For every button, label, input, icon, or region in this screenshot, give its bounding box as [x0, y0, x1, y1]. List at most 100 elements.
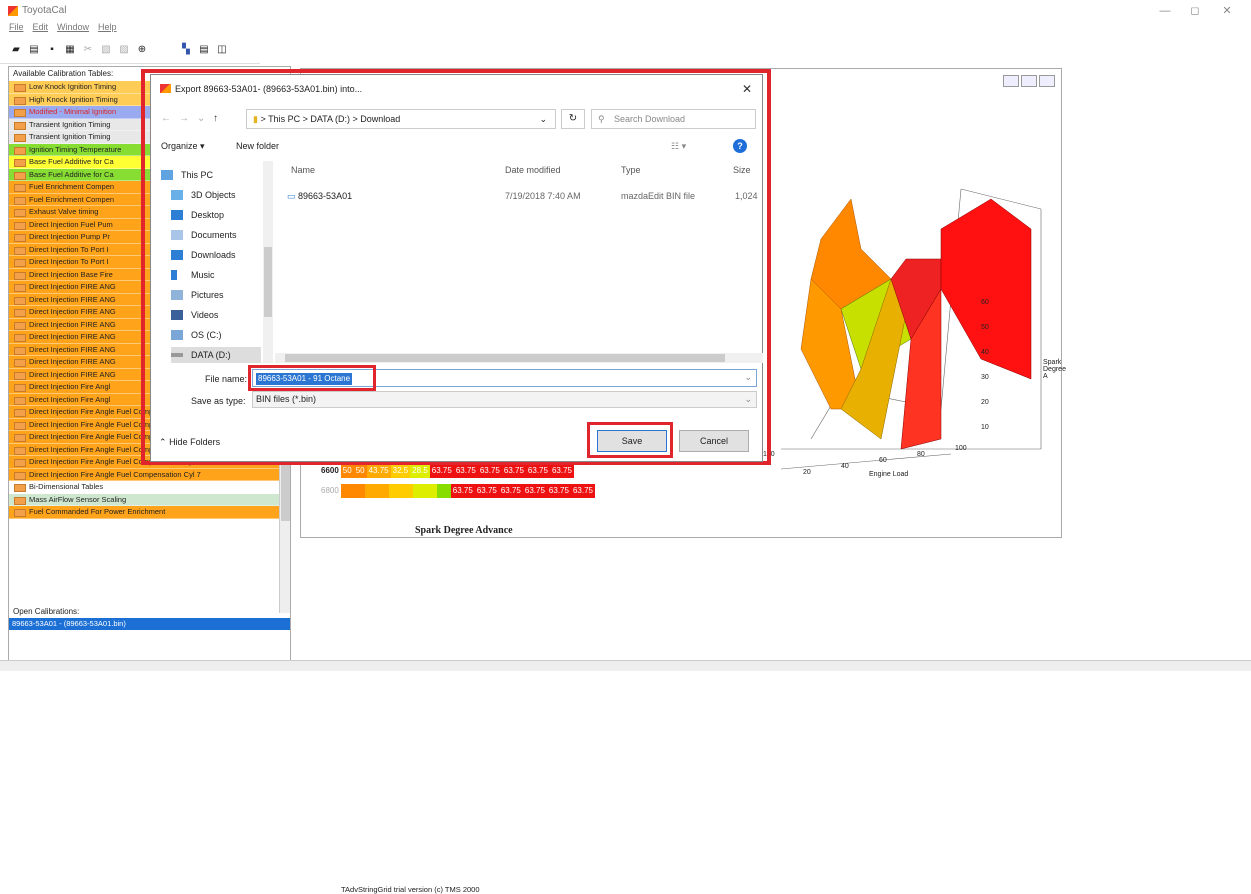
table-icon[interactable]: ▤	[198, 44, 210, 56]
forward-icon[interactable]: →	[179, 113, 189, 124]
nav-scroll-thumb[interactable]	[264, 247, 272, 317]
back-icon[interactable]: ←	[161, 113, 171, 124]
grid-cell[interactable]: 63.75	[498, 484, 523, 498]
pictures-icon	[171, 290, 183, 300]
menu-window[interactable]: Window	[57, 22, 89, 32]
nav-scrollbar[interactable]	[263, 161, 273, 363]
nav-documents[interactable]: Documents	[171, 227, 237, 243]
paste-icon[interactable]: ▧	[100, 44, 112, 56]
recent-icon[interactable]: ⌄	[197, 113, 205, 124]
grid-cell[interactable]	[340, 484, 365, 498]
chart-maximize-button[interactable]	[1021, 75, 1037, 87]
nav-data-d[interactable]: DATA (D:)	[171, 347, 261, 363]
paste-special-icon[interactable]: ▨	[118, 44, 130, 56]
up-icon[interactable]: ↑	[213, 113, 218, 124]
grid-cell[interactable]	[388, 484, 413, 498]
grid-cell[interactable]: 63.75	[453, 464, 478, 478]
save-icon[interactable]: ▪	[46, 44, 58, 56]
save-type-dropdown-icon[interactable]: ⌄	[744, 392, 752, 407]
export-dialog: Export 89663-53A01- (89663-53A01.bin) in…	[150, 74, 763, 462]
grid-icon[interactable]: ▚	[180, 44, 192, 56]
grid-row-6800: 6800 63.75 63.75 63.75 63.75 63.75 63.75	[319, 481, 595, 501]
nav-this-pc[interactable]: This PC	[161, 167, 213, 183]
dialog-close-icon[interactable]: ✕	[742, 82, 752, 96]
file-hscrollbar[interactable]	[275, 353, 763, 363]
view-options-icon[interactable]: ☷ ▾	[671, 141, 686, 152]
grid-cell[interactable]: 63.75	[549, 464, 574, 478]
nav-label: Documents	[191, 230, 237, 240]
file-row[interactable]: ▭ 89663-53A01	[287, 191, 352, 202]
chart-minimize-button[interactable]	[1003, 75, 1019, 87]
address-bar[interactable]: ▮ > This PC > DATA (D:) > Download ⌄	[246, 109, 556, 129]
grid-cell[interactable]: 63.75	[474, 484, 499, 498]
cancel-button[interactable]: Cancel	[679, 430, 749, 452]
path-data-drive[interactable]: DATA (D:)	[310, 114, 350, 124]
computer-icon	[161, 170, 173, 180]
nav-3d-objects[interactable]: 3D Objects	[171, 187, 236, 203]
grid-cell[interactable]: 63.75	[525, 464, 550, 478]
grid-cell[interactable]: 50	[353, 464, 367, 478]
grid-cell[interactable]: 63.75	[477, 464, 502, 478]
nav-os-c[interactable]: OS (C:)	[171, 327, 222, 343]
save-type-label: Save as type:	[191, 396, 246, 406]
menu-edit[interactable]: Edit	[33, 22, 49, 32]
open-icon[interactable]: ▰	[10, 44, 22, 56]
grid-cell[interactable]: 63.75	[546, 484, 571, 498]
chart-close-button[interactable]	[1039, 75, 1055, 87]
file-list: Name Date modified Type Size ▭ 89663-53A…	[275, 161, 763, 351]
column-type[interactable]: Type	[621, 165, 641, 175]
window-icon[interactable]: ◫	[216, 44, 228, 56]
minimize-icon[interactable]: —	[1150, 4, 1180, 18]
nav-label: DATA (D:)	[191, 350, 231, 360]
grid-cell[interactable]: 63.75	[501, 464, 526, 478]
path-this-pc[interactable]: This PC	[268, 114, 300, 124]
open-calibration-item[interactable]: 89663-53A01 - (89663-53A01.bin)	[9, 618, 290, 630]
column-date-modified[interactable]: Date modified	[505, 165, 561, 175]
maximize-icon[interactable]: ◻	[1180, 4, 1210, 18]
grid-cell[interactable]: 32.5	[390, 464, 411, 478]
file-hscroll-thumb[interactable]	[285, 354, 725, 362]
grid-cell[interactable]: 63.75	[450, 484, 475, 498]
grid-cell[interactable]: 50	[340, 464, 354, 478]
sidebar-item[interactable]: Mass AirFlow Sensor Scaling	[9, 493, 281, 506]
nav-label: Desktop	[191, 210, 225, 220]
organize-button[interactable]: Organize ▾	[161, 141, 205, 152]
search-input[interactable]: ⚲ Search Download	[591, 109, 756, 129]
target-icon[interactable]: ⊕	[136, 44, 148, 56]
nav-videos[interactable]: Videos	[171, 307, 218, 323]
copy-icon[interactable]: ▦	[64, 44, 76, 56]
nav-desktop[interactable]: Desktop	[171, 207, 224, 223]
cut-icon[interactable]: ✂	[82, 44, 94, 56]
grid-cell[interactable]: 28.5	[410, 464, 430, 478]
grid-cell[interactable]: 63.75	[522, 484, 547, 498]
nav-downloads[interactable]: Downloads	[171, 247, 236, 263]
sidebar-item[interactable]: Direct Injection Fire Angle Fuel Compens…	[9, 468, 281, 481]
help-icon[interactable]: ?	[733, 139, 747, 153]
refresh-icon[interactable]: ↻	[561, 109, 585, 129]
nav-label: Downloads	[191, 250, 236, 260]
new-folder-button[interactable]: New folder	[236, 141, 279, 151]
command-bar: Organize ▾ New folder ☷ ▾ ?	[151, 135, 762, 157]
grid-cell[interactable]: 63.75	[570, 484, 595, 498]
column-name[interactable]: Name	[291, 165, 315, 175]
close-icon[interactable]: ✕	[1212, 4, 1242, 18]
menu-help[interactable]: Help	[98, 22, 117, 32]
new-icon[interactable]: ▤	[28, 44, 40, 56]
hide-folders-button[interactable]: ⌃ Hide Folders	[159, 437, 220, 448]
sidebar-item[interactable]: Fuel Commanded For Power Enrichment	[9, 506, 281, 519]
grid-cell[interactable]: 63.75	[429, 464, 454, 478]
file-name-dropdown-icon[interactable]: ⌄	[744, 372, 752, 383]
sidebar-item[interactable]: Bi-Dimensional Tables	[9, 481, 281, 494]
grid-cell[interactable]	[412, 484, 437, 498]
column-size[interactable]: Size	[733, 165, 751, 175]
menu-file[interactable]: File	[9, 22, 24, 32]
path-download[interactable]: Download	[360, 114, 400, 124]
grid-cell[interactable]	[364, 484, 389, 498]
grid-cell[interactable]	[436, 484, 451, 498]
nav-music[interactable]: Music	[171, 267, 215, 283]
grid-cell[interactable]: 43.75	[366, 464, 391, 478]
nav-pictures[interactable]: Pictures	[171, 287, 224, 303]
address-dropdown-icon[interactable]: ⌄	[539, 110, 547, 128]
save-type-select[interactable]: BIN files (*.bin) ⌄	[252, 391, 757, 408]
grid-row-header: 6600	[321, 466, 339, 475]
